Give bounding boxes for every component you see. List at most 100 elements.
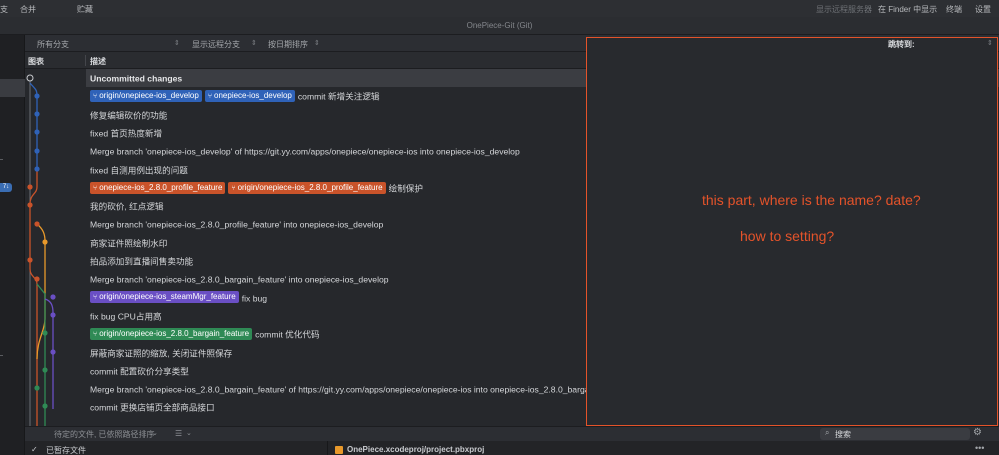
- branch-icon: ⑂: [207, 93, 213, 101]
- branch-icon: ⑂: [93, 184, 98, 192]
- toolbar-settings-button[interactable]: 设置: [975, 4, 991, 15]
- search-input-label: 搜索: [835, 430, 851, 439]
- toolbar-terminal-button[interactable]: 终端: [946, 4, 962, 15]
- commit-node: [42, 330, 48, 336]
- gear-icon[interactable]: ⚙: [973, 427, 982, 438]
- commit-node: [27, 257, 33, 263]
- chevron-updown-icon: ⇕: [174, 40, 180, 47]
- toolbar-show-remote-button[interactable]: 显示远程服务器: [816, 4, 872, 15]
- chevron-updown-icon: ⇕: [314, 40, 320, 47]
- branch-tag-label: origin/onepiece-ios_steamMgr_feature: [99, 292, 236, 302]
- pending-files-sort-select[interactable]: 待定的文件, 已依照路径排序: [54, 429, 154, 440]
- branch-tag[interactable]: ⑂ origin/onepiece-ios_steamMgr_feature: [90, 291, 239, 304]
- chevron-down-icon: ⌄: [152, 430, 158, 437]
- commit-graph: [25, 69, 86, 426]
- commit-message: Merge branch 'onepiece-ios_2.8.0_profile…: [90, 220, 384, 231]
- commit-node: [50, 312, 56, 318]
- staging-toolbar: 待定的文件, 已依照路径排序 ⌄ ☰ ⌄ ⌕ 搜索 ⚙: [25, 426, 999, 441]
- commit-message: 拍品添加到直播间售卖功能: [90, 256, 194, 267]
- commit-graph-svg: [26, 74, 56, 426]
- toolbar-show-in-finder-button[interactable]: 在 Finder 中显示: [878, 4, 937, 15]
- commit-message: commit 新增关注逻辑: [297, 92, 380, 103]
- toolbar-stash-button[interactable]: 贮藏: [77, 4, 93, 15]
- commit-message: Merge branch 'onepiece-ios_2.8.0_bargain…: [90, 275, 389, 286]
- branch-tag[interactable]: ⑂ onepiece-ios_develop: [204, 90, 295, 103]
- chevron-updown-icon: ⇕: [987, 40, 993, 47]
- main-toolbar: 支 合并 贮藏 显示远程服务器 在 Finder 中显示 终端 设置: [0, 0, 999, 17]
- branch-icon: ⑂: [93, 294, 98, 302]
- chevron-updown-icon: ⇕: [251, 40, 257, 47]
- branch-tag-label: origin/onepiece-ios_develop: [99, 91, 199, 101]
- search-icon: ⌕: [825, 428, 830, 437]
- commit-message: 修复编辑砍价的功能: [90, 110, 168, 121]
- branch-tag[interactable]: ⑂ origin/onepiece-ios_develop: [90, 90, 202, 103]
- chevron-down-icon: ⌄: [186, 430, 192, 437]
- jump-to-select[interactable]: 跳转到:: [888, 39, 915, 50]
- commit-message: Merge branch 'onepiece-ios_develop' of h…: [90, 146, 520, 157]
- branch-icon: ⑂: [93, 330, 98, 338]
- branch-tag-label: onepiece-ios_2.8.0_profile_feature: [99, 182, 223, 192]
- sidebar: 7↓: [0, 35, 25, 455]
- more-options-icon[interactable]: •••: [975, 443, 984, 453]
- branch-tag-label: origin/onepiece-ios_2.8.0_profile_featur…: [237, 182, 383, 192]
- commit-message: 我的砍价, 红点逻辑: [90, 201, 164, 212]
- graph-column-header[interactable]: 图表: [28, 56, 44, 67]
- commit-node: [42, 239, 48, 245]
- show-remote-branches-select[interactable]: 显示远程分支: [192, 39, 240, 50]
- sidebar-divider: [0, 159, 3, 160]
- checkmark-icon[interactable]: ✓: [31, 445, 38, 454]
- sidebar-behind-badge: 7↓: [0, 183, 12, 192]
- commit-message: fix bug: [241, 293, 268, 304]
- branch-icon: ⑂: [231, 184, 236, 192]
- description-column-header[interactable]: 描述: [90, 56, 106, 67]
- commit-node: [34, 385, 40, 391]
- branch-tag-label: onepiece-ios_develop: [214, 91, 292, 101]
- file-icon: [335, 446, 343, 454]
- branch-tag[interactable]: ⑂ origin/onepiece-ios_2.8.0_bargain_featu…: [90, 327, 253, 340]
- commit-message: commit 配置砍价分享类型: [90, 366, 189, 377]
- uncommitted-node: [26, 74, 34, 82]
- pane-divider[interactable]: [327, 441, 328, 455]
- toolbar-branch-button[interactable]: 支: [0, 4, 8, 15]
- commit-message: Uncommitted changes: [90, 73, 183, 84]
- commit-message: Merge branch 'onepiece-ios_2.8.0_bargain…: [90, 384, 628, 395]
- commit-node: [50, 294, 56, 300]
- commit-message: fixed 自测用例出现的问题: [90, 165, 188, 176]
- commit-node: [34, 129, 40, 135]
- annotation-question: how to setting?: [740, 228, 835, 244]
- sidebar-divider: [0, 355, 3, 356]
- staging-pane: ✓ 已暂存文件 OnePiece.xcodeproj/project.pbxpr…: [25, 441, 999, 455]
- branch-tag-label: origin/onepiece-ios_2.8.0_bargain_featur…: [99, 328, 250, 338]
- commit-message: commit 更换店铺页全部商品接口: [90, 403, 215, 414]
- commit-node: [27, 184, 33, 190]
- window-title: OnePiece-Git (Git): [0, 17, 999, 35]
- commit-message: fix bug CPU占用高: [90, 311, 162, 322]
- commit-node: [27, 202, 33, 208]
- branch-tag[interactable]: ⑂ onepiece-ios_2.8.0_profile_feature: [90, 181, 226, 194]
- commit-node: [42, 367, 48, 373]
- toolbar-merge-button[interactable]: 合并: [20, 4, 36, 15]
- commit-node: [34, 93, 40, 99]
- search-input[interactable]: ⌕ 搜索: [820, 428, 970, 440]
- commit-node: [42, 403, 48, 409]
- sidebar-selected-item[interactable]: [0, 79, 25, 97]
- commit-node: [34, 166, 40, 172]
- staged-files-label: 已暂存文件: [46, 446, 86, 455]
- commit-message: fixed 首页热度新增: [90, 128, 163, 139]
- annotation-question: this part, where is the name? date?: [702, 192, 921, 208]
- branch-tag[interactable]: ⑂ origin/onepiece-ios_2.8.0_profile_featu…: [228, 181, 386, 194]
- commit-node: [34, 221, 40, 227]
- commit-node: [50, 349, 56, 355]
- branch-filter-select[interactable]: 所有分支: [37, 39, 69, 50]
- commit-message: 商家证件照绘制水印: [90, 238, 168, 249]
- commit-node: [34, 148, 40, 154]
- column-divider[interactable]: [85, 55, 86, 66]
- sort-order-select[interactable]: 按日期排序: [268, 39, 308, 50]
- list-view-icon[interactable]: ☰: [175, 429, 182, 438]
- commit-message: commit 优化代码: [255, 329, 320, 340]
- commit-message: 屏蔽商家证照的缩放, 关闭证件照保存: [90, 348, 233, 359]
- branch-icon: ⑂: [93, 93, 98, 101]
- commit-message: 绘制保护: [388, 183, 423, 194]
- staged-file-name[interactable]: OnePiece.xcodeproj/project.pbxproj: [347, 445, 484, 454]
- commit-node: [34, 111, 40, 117]
